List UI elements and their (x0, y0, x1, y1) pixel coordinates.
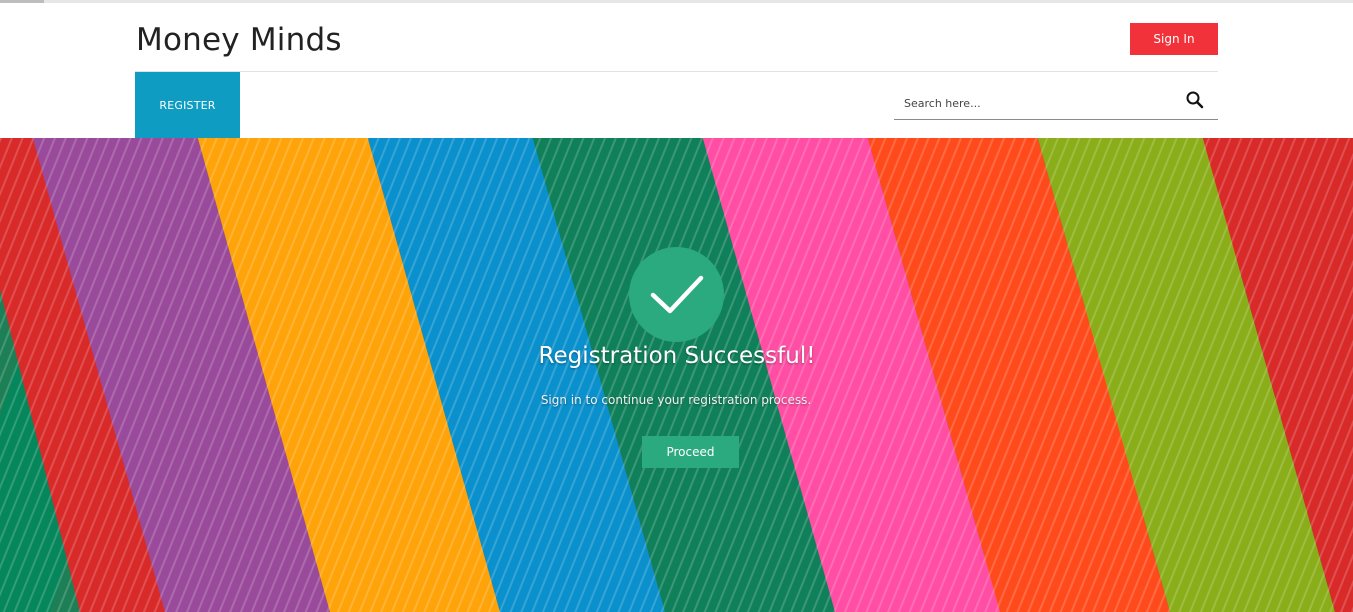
header-divider (135, 71, 1218, 72)
search-input[interactable] (904, 92, 1164, 114)
checkmark-icon (650, 275, 703, 313)
search-icon[interactable] (1185, 90, 1205, 110)
proceed-button[interactable]: Proceed (642, 436, 739, 468)
success-title: Registration Successful! (538, 343, 816, 369)
striped-ribbons-background (0, 138, 1353, 612)
sign-in-button[interactable]: Sign In (1130, 23, 1218, 55)
nav-item-register[interactable]: REGISTER (135, 72, 240, 138)
site-logo-text[interactable]: Money Minds (136, 22, 342, 58)
success-check-badge (629, 247, 724, 342)
registration-success-banner: Registration Successful! Sign in to cont… (0, 138, 1353, 612)
search-bar (894, 86, 1218, 120)
site-header: Money Minds Sign In REGISTER (0, 3, 1353, 138)
success-subtitle: Sign in to continue your registration pr… (540, 393, 812, 407)
